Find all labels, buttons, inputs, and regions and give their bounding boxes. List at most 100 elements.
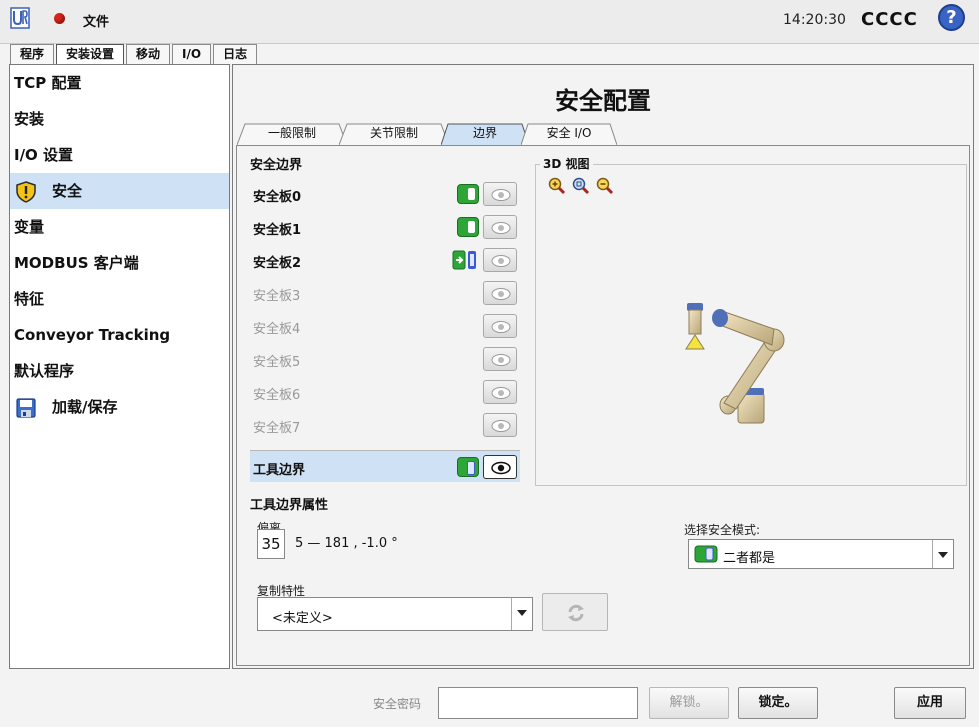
tab-io[interactable]: I/O	[172, 44, 212, 64]
plane-label: 安全板6	[253, 388, 301, 403]
unlock-button[interactable]: 解锁。	[649, 687, 729, 719]
sidebar-item-safety[interactable]: 安全	[10, 173, 229, 209]
plane-label: 安全板5	[253, 355, 301, 370]
eye-icon	[491, 255, 511, 267]
tool-props-title: 工具边界属性	[250, 498, 329, 513]
zoom-in-icon[interactable]	[548, 177, 566, 195]
boundaries-panel: 安全边界 安全板0 安全板1 安全板2 安全板3 安全板4 安全板5 安全板6 …	[236, 145, 970, 666]
sidebar: TCP 配置 安装 I/O 设置 安全 变量 MODBUS 客户端 特征 Con…	[9, 64, 230, 669]
plane-row-5: 安全板5	[250, 343, 520, 375]
sidebar-item-label: TCP 配置	[14, 74, 82, 92]
tab-label: 安全 I/O	[546, 126, 592, 140]
chevron-down-icon[interactable]	[932, 540, 953, 568]
plane-label: 安全板3	[253, 289, 301, 304]
safety-mode-label: 选择安全模式:	[684, 523, 761, 537]
tab-general-limits[interactable]: 一般限制	[237, 123, 347, 145]
3d-view-title: 3D 视图	[540, 155, 593, 172]
robot-arm-model	[685, 303, 785, 424]
tab-log[interactable]: 日志	[213, 44, 258, 64]
plane-row-7: 安全板7	[250, 409, 520, 441]
visibility-button[interactable]	[483, 380, 517, 404]
sidebar-item-default-program[interactable]: 默认程序	[10, 353, 229, 389]
copy-refresh-button[interactable]	[542, 593, 608, 631]
eye-icon	[491, 387, 511, 399]
content-panel: 安全配置 一般限制 关节限制 边界 安全 I/O 安全边界 安全板0 安全板1 …	[232, 64, 974, 669]
copy-props-select[interactable]: <未定义>	[257, 597, 533, 631]
sidebar-item-tcp[interactable]: TCP 配置	[10, 65, 229, 101]
visibility-button[interactable]	[483, 314, 517, 338]
sidebar-item-label: 变量	[14, 218, 45, 236]
tool-boundary-row[interactable]: 工具边界	[250, 450, 520, 482]
refresh-icon	[568, 604, 584, 622]
main-tabs: 程序 安装设置 移动 I/O 日志	[10, 44, 259, 65]
eye-icon	[491, 420, 511, 432]
sidebar-item-label: 安装	[14, 110, 45, 128]
copy-props-value: <未定义>	[272, 611, 333, 626]
tab-label: 一般限制	[267, 126, 316, 140]
visibility-button[interactable]	[483, 248, 517, 272]
plane-row-6: 安全板6	[250, 376, 520, 408]
visibility-button[interactable]	[483, 347, 517, 371]
tab-safety-io[interactable]: 安全 I/O	[521, 123, 617, 145]
visibility-button[interactable]	[483, 215, 517, 239]
trigger-plane-icon[interactable]	[452, 249, 478, 271]
sidebar-item-variables[interactable]: 变量	[10, 209, 229, 245]
visibility-button[interactable]	[483, 455, 517, 479]
sidebar-item-io-setup[interactable]: I/O 设置	[10, 137, 229, 173]
eye-icon	[491, 321, 511, 333]
plane-enable-toggle[interactable]	[457, 184, 479, 204]
plane-row-2: 安全板2	[250, 244, 520, 276]
sidebar-item-label: 默认程序	[14, 362, 75, 380]
sidebar-item-features[interactable]: 特征	[10, 281, 229, 317]
eye-icon	[491, 222, 511, 234]
zoom-fit-icon[interactable]	[572, 177, 590, 195]
tab-move[interactable]: 移动	[126, 44, 171, 64]
visibility-button[interactable]	[483, 413, 517, 437]
file-menu[interactable]: 文件	[83, 11, 109, 30]
plane-label: 安全板2	[253, 256, 302, 271]
tool-boundary-label: 工具边界	[253, 463, 306, 478]
eye-icon	[491, 354, 511, 366]
plane-enable-toggle[interactable]	[457, 217, 479, 237]
plane-label: 安全板0	[253, 190, 302, 205]
3d-view[interactable]: 3D 视图	[535, 155, 967, 486]
tab-label: 边界	[472, 126, 497, 140]
sidebar-item-load-save[interactable]: 加载/保存	[10, 389, 229, 425]
visibility-button[interactable]	[483, 281, 517, 305]
visibility-button[interactable]	[483, 182, 517, 206]
sidebar-item-label: I/O 设置	[14, 146, 74, 164]
mode-both-icon	[694, 545, 718, 563]
plane-row-4: 安全板4	[250, 310, 520, 342]
eye-icon	[491, 461, 511, 475]
plane-row-1: 安全板1	[250, 211, 520, 243]
sidebar-item-modbus[interactable]: MODBUS 客户端	[10, 245, 229, 281]
lock-button[interactable]: 锁定。	[738, 687, 818, 719]
zoom-toolbar	[548, 177, 614, 195]
top-bar: 文件 14:20:30 CCCC ?	[0, 0, 979, 44]
sidebar-item-conveyor[interactable]: Conveyor Tracking	[10, 317, 229, 353]
clock: 14:20:30	[783, 12, 846, 28]
tab-installation[interactable]: 安装设置	[56, 44, 125, 65]
robot-name: CCCC	[861, 9, 918, 30]
tab-label: 关节限制	[369, 126, 418, 140]
zoom-out-icon[interactable]	[596, 177, 614, 195]
tab-joint-limits[interactable]: 关节限制	[339, 123, 449, 145]
safety-mode-select[interactable]: 二者都是	[688, 539, 954, 569]
plane-row-3: 安全板3	[250, 277, 520, 309]
plane-label: 安全板4	[253, 322, 301, 337]
tab-boundaries[interactable]: 边界	[441, 123, 529, 145]
offset-range-text: 5 — 181 , -1.0 °	[295, 536, 398, 551]
apply-button[interactable]: 应用	[894, 687, 966, 719]
ur-logo-icon	[10, 7, 30, 29]
sidebar-item-label: Conveyor Tracking	[14, 326, 171, 344]
sidebar-item-mounting[interactable]: 安装	[10, 101, 229, 137]
offset-input[interactable]: 35	[257, 529, 285, 559]
password-input[interactable]	[438, 687, 638, 719]
chevron-down-icon[interactable]	[511, 598, 532, 630]
tool-boundary-toggle[interactable]	[457, 457, 479, 477]
help-button[interactable]: ?	[938, 4, 965, 31]
plane-row-0: 安全板0	[250, 178, 520, 210]
tab-program[interactable]: 程序	[10, 44, 55, 64]
sidebar-item-label: 特征	[14, 290, 45, 308]
eye-icon	[491, 189, 511, 201]
